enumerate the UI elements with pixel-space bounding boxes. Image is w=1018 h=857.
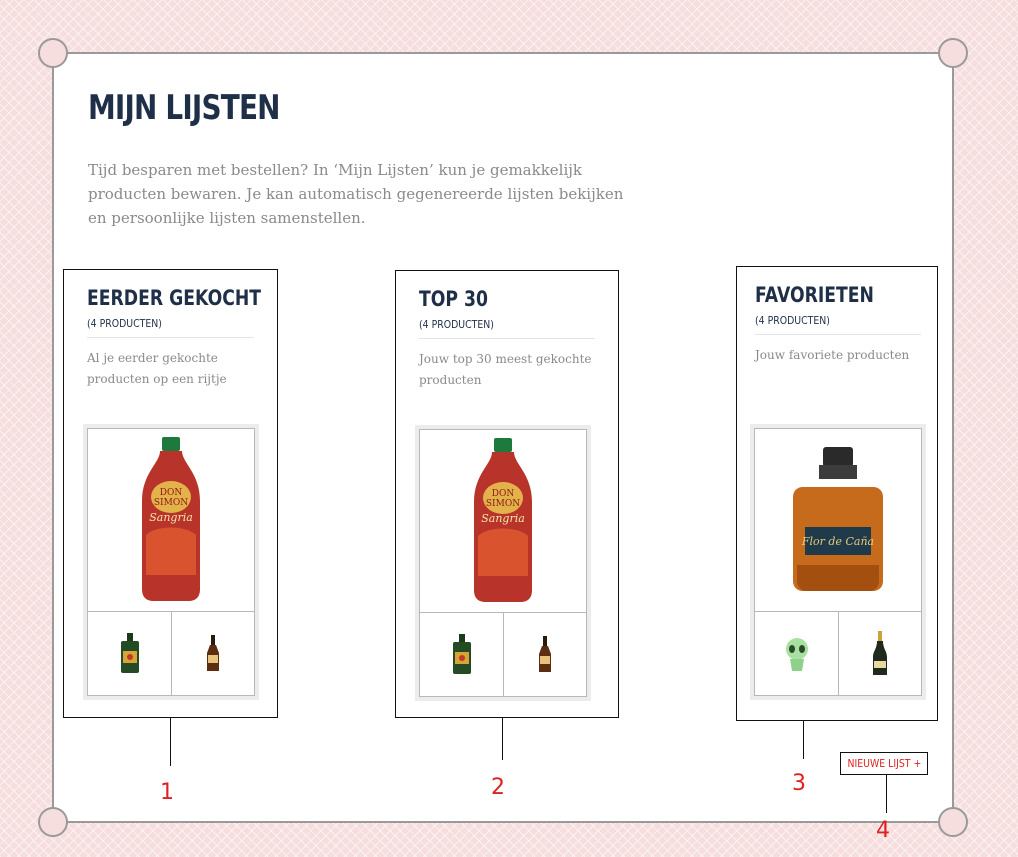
product-grid: DON SIMON Sangria: [415, 425, 591, 701]
list-description: Jouw top 30 meest gekochte producten: [419, 352, 592, 387]
svg-text:Flor de Caña: Flor de Caña: [801, 535, 874, 548]
page-title: MIJN LIJSTEN: [88, 88, 281, 128]
card-corner: [938, 807, 968, 837]
svg-text:SIMON: SIMON: [486, 499, 520, 509]
sangria-bottle-icon[interactable]: DON SIMON Sangria: [420, 430, 586, 613]
divider: [87, 337, 254, 338]
callout-number: 2: [491, 775, 505, 800]
list-card-top-30[interactable]: TOP 30 (4 PRODUCTEN) Jouw top 30 meest g…: [395, 270, 619, 718]
svg-text:SIMON: SIMON: [154, 498, 188, 508]
card-corner: [38, 38, 68, 68]
page-intro: Tijd besparen met bestellen? In ‘Mijn Li…: [88, 161, 624, 227]
alien-bottle-icon[interactable]: [755, 612, 839, 695]
callout-line: [886, 775, 887, 813]
list-card-favorieten[interactable]: FAVORIETEN (4 PRODUCTEN) Jouw favoriete …: [736, 266, 938, 721]
new-list-button[interactable]: NIEUWE LIJST +: [840, 752, 928, 775]
list-description: Al je eerder gekochte producten op een r…: [87, 351, 227, 386]
svg-text:Sangria: Sangria: [481, 512, 525, 525]
small-brown-bottle-icon[interactable]: [503, 613, 586, 696]
callout-line: [502, 718, 503, 760]
divider: [419, 338, 595, 339]
list-title[interactable]: TOP 30: [419, 287, 488, 311]
list-card-eerder-gekocht[interactable]: EERDER GEKOCHT (4 PRODUCTEN) Al je eerde…: [63, 269, 278, 718]
callout-line: [803, 721, 804, 759]
product-grid: Flor de Caña: [750, 424, 926, 700]
list-title[interactable]: FAVORIETEN: [755, 283, 874, 307]
svg-text:Sangria: Sangria: [149, 511, 193, 524]
svg-text:DON: DON: [160, 488, 183, 498]
list-title[interactable]: EERDER GEKOCHT: [87, 286, 261, 310]
svg-text:DON: DON: [492, 489, 515, 499]
list-count: (4 PRODUCTEN): [755, 314, 830, 327]
sangria-bottle-icon[interactable]: DON SIMON Sangria: [88, 429, 254, 612]
list-count: (4 PRODUCTEN): [87, 317, 162, 330]
callout-number: 4: [876, 818, 890, 843]
card-corner: [938, 38, 968, 68]
rum-bottle-icon[interactable]: Flor de Caña: [755, 429, 921, 612]
callout-line: [170, 718, 171, 766]
list-count: (4 PRODUCTEN): [419, 318, 494, 331]
callout-number: 1: [160, 780, 174, 805]
divider: [755, 334, 921, 335]
new-list-button-label: NIEUWE LIJST +: [847, 757, 921, 770]
champagne-bottle-icon[interactable]: [838, 612, 921, 695]
list-description: Jouw favoriete producten: [755, 348, 910, 362]
green-liqueur-bottle-icon[interactable]: [88, 612, 172, 695]
small-brown-bottle-icon[interactable]: [171, 612, 254, 695]
green-liqueur-bottle-icon[interactable]: [420, 613, 504, 696]
card-corner: [38, 807, 68, 837]
callout-number: 3: [792, 771, 806, 796]
product-grid: DON SIMON Sangria: [83, 424, 259, 700]
